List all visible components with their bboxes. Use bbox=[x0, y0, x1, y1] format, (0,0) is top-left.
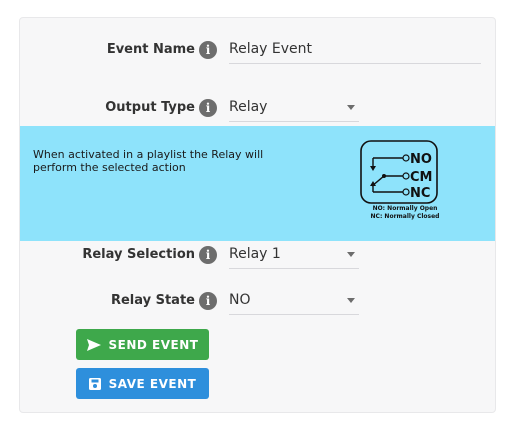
relay-no-label: NO bbox=[410, 152, 432, 167]
relay-info-banner: When activated in a playlist the Relay w… bbox=[20, 126, 495, 241]
relay-selection-label: Relay Selection bbox=[82, 247, 195, 262]
info-icon[interactable]: i bbox=[199, 41, 217, 59]
relay-selection-row: Relay Selection i Relay 1 bbox=[20, 241, 495, 273]
relay-selection-value: Relay 1 bbox=[229, 246, 281, 262]
relay-state-label: Relay State bbox=[110, 293, 195, 308]
save-icon bbox=[88, 377, 101, 390]
relay-state-select[interactable]: NO bbox=[229, 287, 359, 315]
relay-state-value: NO bbox=[229, 292, 251, 308]
relay-diagram-icon: NO CM NC bbox=[360, 140, 438, 204]
relay-state-row: Relay State i NO bbox=[20, 287, 495, 319]
event-name-label: Event Name bbox=[106, 42, 195, 57]
output-type-row: Output Type i Relay bbox=[20, 94, 495, 126]
banner-text: When activated in a playlist the Relay w… bbox=[33, 148, 264, 174]
relay-nc-label: NC bbox=[410, 186, 430, 201]
output-type-label: Output Type bbox=[105, 100, 195, 115]
chevron-down-icon bbox=[347, 298, 355, 303]
relay-legend: NO: Normally Open NC: Normally Closed bbox=[360, 205, 450, 221]
info-icon[interactable]: i bbox=[199, 292, 217, 310]
event-form-card: Event Name i Relay Event Output Type i R… bbox=[19, 17, 496, 413]
send-event-label: SEND EVENT bbox=[108, 337, 199, 352]
send-icon bbox=[86, 338, 101, 351]
relay-cm-label: CM bbox=[410, 170, 432, 185]
legend-nc: NC: Normally Closed bbox=[370, 213, 440, 220]
event-name-input[interactable]: Relay Event bbox=[229, 36, 481, 64]
output-type-select[interactable]: Relay bbox=[229, 94, 359, 122]
relay-selection-select[interactable]: Relay 1 bbox=[229, 241, 359, 269]
info-icon[interactable]: i bbox=[199, 246, 217, 264]
send-event-button[interactable]: SEND EVENT bbox=[76, 329, 209, 360]
info-icon[interactable]: i bbox=[199, 99, 217, 117]
event-name-row: Event Name i Relay Event bbox=[20, 36, 495, 68]
chevron-down-icon bbox=[347, 105, 355, 110]
legend-no: NO: Normally Open bbox=[372, 205, 438, 212]
save-event-label: SAVE EVENT bbox=[108, 376, 197, 391]
save-event-button[interactable]: SAVE EVENT bbox=[76, 368, 209, 399]
output-type-value: Relay bbox=[229, 99, 268, 115]
chevron-down-icon bbox=[347, 252, 355, 257]
